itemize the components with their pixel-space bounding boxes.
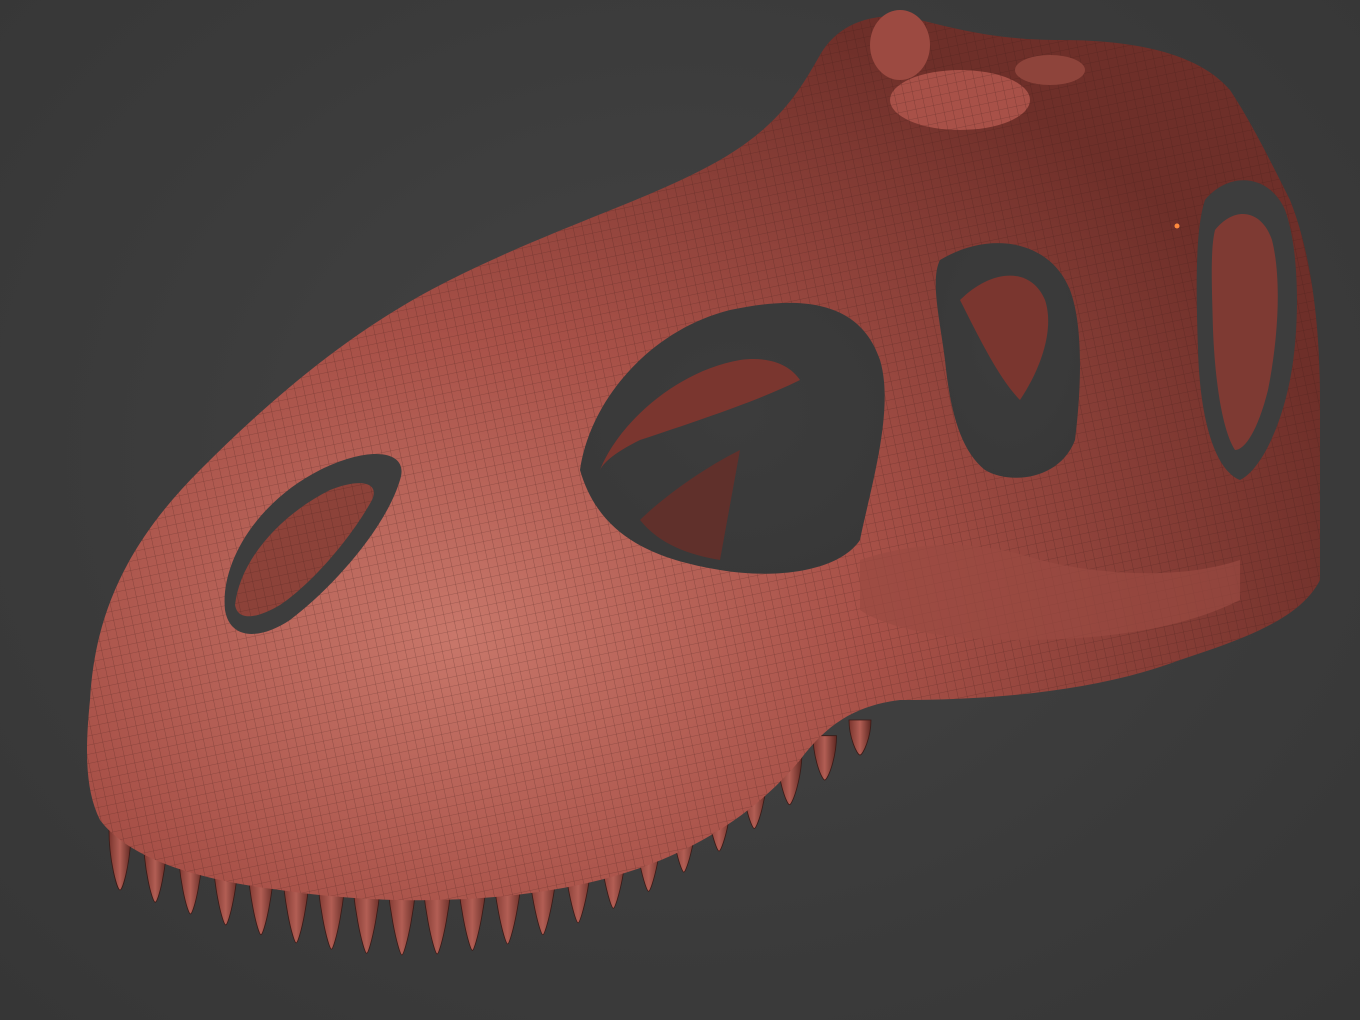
vertex-marker[interactable] [1174,223,1180,229]
tooth [812,735,837,781]
skull-mesh-render[interactable] [0,0,1360,1020]
tooth [848,719,872,756]
3d-viewport[interactable] [0,0,1360,1020]
